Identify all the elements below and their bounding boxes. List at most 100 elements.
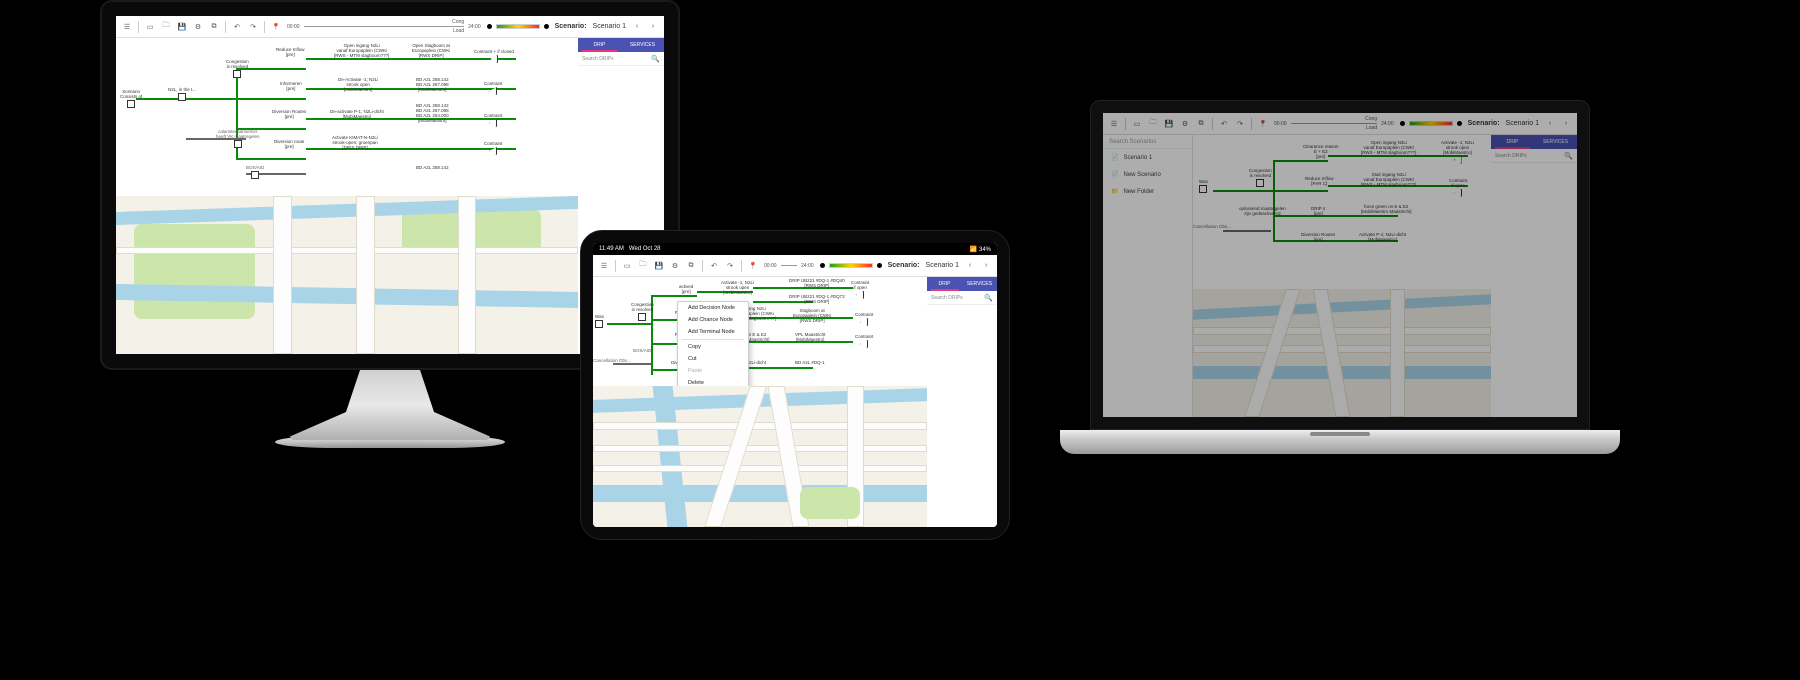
tree-terminal[interactable]: Contraint [855, 313, 873, 328]
doc-icon[interactable]: ▭ [622, 261, 632, 271]
map-view[interactable] [1193, 289, 1491, 417]
pin-icon[interactable]: 📍 [271, 22, 281, 32]
tree-terminal[interactable]: Contraint + if closed [474, 50, 514, 65]
scenario-next-icon[interactable]: › [981, 261, 991, 271]
tree-node[interactable]: Activate -1; N2Li strook open [MobiMaest… [721, 281, 754, 296]
tree-node[interactable]: Was [595, 315, 604, 330]
context-menu-item[interactable]: Add Terminal Node [678, 326, 748, 338]
tree-terminal[interactable]: Contraint [855, 335, 873, 350]
tree-node[interactable]: Congestion is resolved [631, 303, 654, 323]
pin-icon[interactable]: 📍 [748, 261, 758, 271]
scenario-item[interactable]: 📁 New Folder [1103, 183, 1192, 200]
search-icon[interactable]: 🔍 [651, 55, 660, 63]
timeline[interactable]: 00:00 Cong Load 24:00 [1274, 116, 1394, 131]
copy-icon[interactable]: ⧉ [209, 22, 219, 32]
scenario-prev-icon[interactable]: ‹ [632, 22, 642, 32]
tree-node[interactable]: Activate KIMAT-N-N2Li strook-open; groen… [332, 136, 378, 151]
tree-node[interactable]: DRIP UB221 #DQ-1 #DQ40 [RWS DRIP] [789, 279, 845, 289]
tree-node[interactable]: BD A2L 258.142 BD A2L 267.098 [MobiMaest… [416, 78, 449, 93]
tree-node[interactable]: Congestion is resolved [1249, 169, 1272, 189]
folder-icon[interactable]: 🗀 [638, 261, 648, 271]
save-icon[interactable]: 💾 [1164, 119, 1174, 129]
search-icon[interactable]: 🔍 [984, 294, 993, 302]
scenario-next-icon[interactable]: › [648, 22, 658, 32]
tree-terminal[interactable]: Contraint [484, 114, 502, 129]
tree-terminal[interactable]: Contraint [484, 82, 502, 97]
menu-icon[interactable]: ☰ [122, 22, 132, 32]
search-drips[interactable]: Search DRIPs 🔍 [1491, 149, 1577, 163]
copy-icon[interactable]: ⧉ [686, 261, 696, 271]
tree-node[interactable]: actived [pre] [679, 285, 693, 295]
decision-tree-diagram[interactable]: Was Cancellation Obs... Congestion is re… [593, 277, 927, 386]
tree-node[interactable]: Cancellation Obs... [593, 359, 631, 364]
tree-node[interactable]: Open ingang N2Li vanaf Europaplein (CWKi… [1361, 141, 1416, 156]
map-view[interactable] [593, 386, 927, 527]
context-menu-item[interactable]: Add Chance Node [678, 314, 748, 326]
folder-icon[interactable]: 🗀 [1148, 119, 1158, 129]
tree-node[interactable]: Informeren [pre] [280, 82, 302, 92]
tree-node[interactable]: De-activate P-1; N2Li-dicht [MobiMaestro… [330, 110, 384, 120]
scenario-prev-icon[interactable]: ‹ [965, 261, 975, 271]
menu-icon[interactable]: ☰ [1109, 119, 1119, 129]
scenario-prev-icon[interactable]: ‹ [1545, 119, 1555, 129]
tree-node[interactable]: BD A2L #DQ-1 [795, 361, 825, 366]
redo-icon[interactable]: ↷ [1235, 119, 1245, 129]
tree-node[interactable]: DRIP UB221 #DQ-1 #DQ72 [RWS DRIP] [789, 295, 845, 305]
search-icon[interactable]: 🔍 [1564, 152, 1573, 160]
undo-icon[interactable]: ↶ [232, 22, 242, 32]
context-menu-item[interactable]: Copy [678, 341, 748, 353]
tab-drip[interactable]: DRIP [578, 38, 621, 52]
tab-drip[interactable]: DRIP [927, 277, 962, 291]
tree-node[interactable]: force green on E & E2 [MobiMaestro Maast… [1361, 205, 1412, 215]
tree-node[interactable]: VPL Maastricht [MobiMaestro] [795, 333, 825, 343]
tree-node[interactable]: BOS/AID [633, 349, 651, 354]
scenario-value[interactable]: Scenario 1 [593, 23, 626, 30]
tree-node[interactable]: oplossend maatregelen zijn gedeactiveerd [1239, 207, 1286, 217]
tree-terminal[interactable]: Contraint [484, 142, 502, 157]
tree-node[interactable]: Reduce Inflow [PAR C] [1305, 177, 1334, 187]
redo-icon[interactable]: ↷ [248, 22, 258, 32]
tree-node[interactable]: Open Slagboom at Europaplein (CWKi [RWS … [412, 44, 450, 59]
tree-node[interactable]: Reduce Inflow [pre] [276, 48, 305, 58]
scenario-item[interactable]: 📄 New Scenario [1103, 166, 1192, 183]
timeline[interactable]: 00:00 Cong Load 24:00 [287, 19, 481, 34]
tree-node[interactable]: Was [1199, 180, 1208, 195]
timeline[interactable]: 00:00 24:00 [764, 263, 814, 269]
gear-icon[interactable]: ⚙ [1180, 119, 1190, 129]
tree-terminal[interactable]: Activate -1; N2Li strook open [MobiMaest… [1441, 141, 1474, 166]
undo-icon[interactable]: ↶ [1219, 119, 1229, 129]
save-icon[interactable]: 💾 [654, 261, 664, 271]
tree-node[interactable]: Stuit ingang N2Li vanaf Europaplein (CWK… [1361, 173, 1416, 188]
tab-services[interactable]: SERVICES [621, 38, 664, 52]
tree-node[interactable]: Congestion is resolved [226, 60, 249, 80]
undo-icon[interactable]: ↶ [709, 261, 719, 271]
tree-node[interactable]: Slagboom at Europaplein (CWKi [RWS DRIP] [793, 309, 831, 324]
doc-icon[interactable]: ▭ [145, 22, 155, 32]
tree-node[interactable]: Scenario Consists of [120, 90, 142, 110]
tree-node[interactable]: BD A2L 258.142 [416, 166, 449, 171]
save-icon[interactable]: 💾 [177, 22, 187, 32]
scenario-item[interactable]: 📄 Scenario 1 [1103, 149, 1192, 166]
tree-node[interactable]: BD A2L 258.142 BD A2L 267.098 BD A2L 254… [416, 104, 449, 124]
tab-services[interactable]: SERVICES [962, 277, 997, 291]
context-menu-item[interactable]: Cut [678, 353, 748, 365]
tree-node[interactable]: Clearance reason E + E2 [pre] [1303, 145, 1339, 160]
folder-icon[interactable]: 🗀 [161, 22, 171, 32]
gear-icon[interactable]: ⚙ [670, 261, 680, 271]
tree-node[interactable]: Diversion Routes [pre] [272, 110, 306, 120]
doc-icon[interactable]: ▭ [1132, 119, 1142, 129]
tree-node[interactable]: Activate P-1; N2Li-dicht [MobiMaestro] [1359, 233, 1406, 243]
search-drips[interactable]: Search DRIPs 🔍 [927, 291, 997, 305]
tree-node[interactable]: DRIP 4 [pre] [1311, 207, 1325, 217]
copy-icon[interactable]: ⧉ [1196, 119, 1206, 129]
decision-tree-diagram[interactable]: Scenario Consists of N2L, in the t... Co… [116, 38, 578, 196]
tree-node[interactable]: Diversion route [pre] [274, 140, 304, 150]
tree-node[interactable]: De-Activate -1; N2Li strook open [MobiMa… [338, 78, 378, 93]
tree-terminal[interactable]: Contraint if open [1449, 179, 1467, 199]
tree-node[interactable]: BOS/AID [246, 166, 264, 181]
redo-icon[interactable]: ↷ [725, 261, 735, 271]
tree-node[interactable]: N2L, in the t... [168, 88, 196, 103]
tree-node[interactable]: Open ingang N2Li vanaf Europaplein (CWKi… [334, 44, 389, 59]
decision-tree-diagram[interactable]: Was Cancellation Obs... Congestion is re… [1193, 135, 1491, 289]
context-menu-item[interactable]: Add Decision Node [678, 302, 748, 314]
